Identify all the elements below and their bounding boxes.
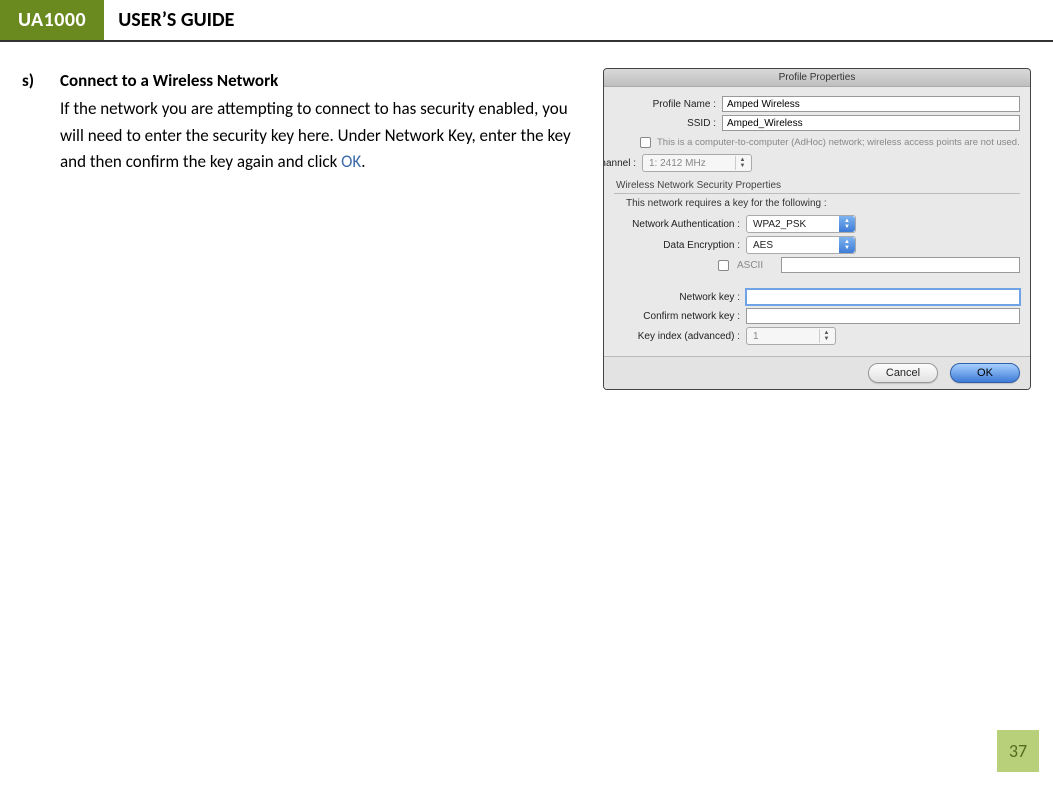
step-heading: Connect to a Wireless Network — [60, 68, 585, 94]
ascii-checkbox[interactable] — [718, 260, 729, 271]
encryption-combo[interactable]: AES ▲▼ — [746, 236, 856, 254]
network-key-input[interactable] — [746, 289, 1020, 305]
step-letter: s) — [22, 68, 42, 175]
updown-icon: ▲▼ — [819, 329, 833, 343]
profile-name-label: Profile Name : — [614, 99, 722, 110]
page-number: 37 — [997, 730, 1039, 772]
keyindex-value: 1 — [753, 331, 759, 342]
channel-value: 1: 2412 MHz — [649, 158, 706, 169]
netkey-label: Network key : — [614, 292, 746, 303]
cancel-button[interactable]: Cancel — [868, 363, 938, 383]
security-note: This network requires a key for the foll… — [626, 198, 1020, 209]
profile-name-input[interactable] — [722, 96, 1020, 112]
step-body-prefix: If the network you are attempting to con… — [60, 98, 571, 172]
ascii-label: ASCII — [737, 260, 773, 271]
document-header: UA1000 USER’S GUIDE — [0, 0, 1053, 42]
keyindex-label: Key index (advanced) : — [614, 331, 746, 342]
auth-label: Network Authentication : — [614, 219, 746, 230]
dialog-titlebar: Profile Properties — [604, 69, 1030, 87]
security-section-title: Wireless Network Security Properties — [614, 178, 1020, 194]
ok-button[interactable]: OK — [950, 363, 1020, 383]
confirm-key-input[interactable] — [746, 308, 1020, 324]
product-badge: UA1000 — [0, 0, 104, 40]
document-title: USER’S GUIDE — [104, 0, 248, 40]
auth-value: WPA2_PSK — [753, 219, 806, 230]
ascii-input[interactable] — [781, 257, 1020, 273]
dropdown-icon: ▲▼ — [839, 237, 855, 253]
step-body-suffix: . — [361, 151, 365, 172]
ok-reference: OK — [341, 151, 361, 172]
adhoc-checkbox[interactable] — [640, 137, 651, 148]
channel-label: Channel : — [603, 158, 642, 169]
dropdown-icon: ▲▼ — [839, 216, 855, 232]
keyindex-spinner[interactable]: 1 ▲▼ — [746, 327, 836, 345]
dialog-screenshot: Profile Properties Profile Name : SSID : — [603, 68, 1031, 390]
adhoc-label: This is a computer-to-computer (AdHoc) n… — [657, 137, 1020, 148]
ssid-input[interactable] — [722, 115, 1020, 131]
profile-properties-dialog: Profile Properties Profile Name : SSID : — [603, 68, 1031, 390]
confirmkey-label: Confirm network key : — [614, 311, 746, 322]
content-area: s) Connect to a Wireless Network If the … — [0, 42, 1053, 390]
updown-icon: ▲▼ — [735, 156, 749, 170]
channel-spinner[interactable]: 1: 2412 MHz ▲▼ — [642, 154, 752, 172]
step-text: If the network you are attempting to con… — [60, 96, 585, 175]
encryption-value: AES — [753, 240, 773, 251]
ssid-label: SSID : — [614, 118, 722, 129]
instruction-column: s) Connect to a Wireless Network If the … — [22, 68, 585, 390]
encryption-label: Data Encryption : — [614, 240, 746, 251]
auth-combo[interactable]: WPA2_PSK ▲▼ — [746, 215, 856, 233]
